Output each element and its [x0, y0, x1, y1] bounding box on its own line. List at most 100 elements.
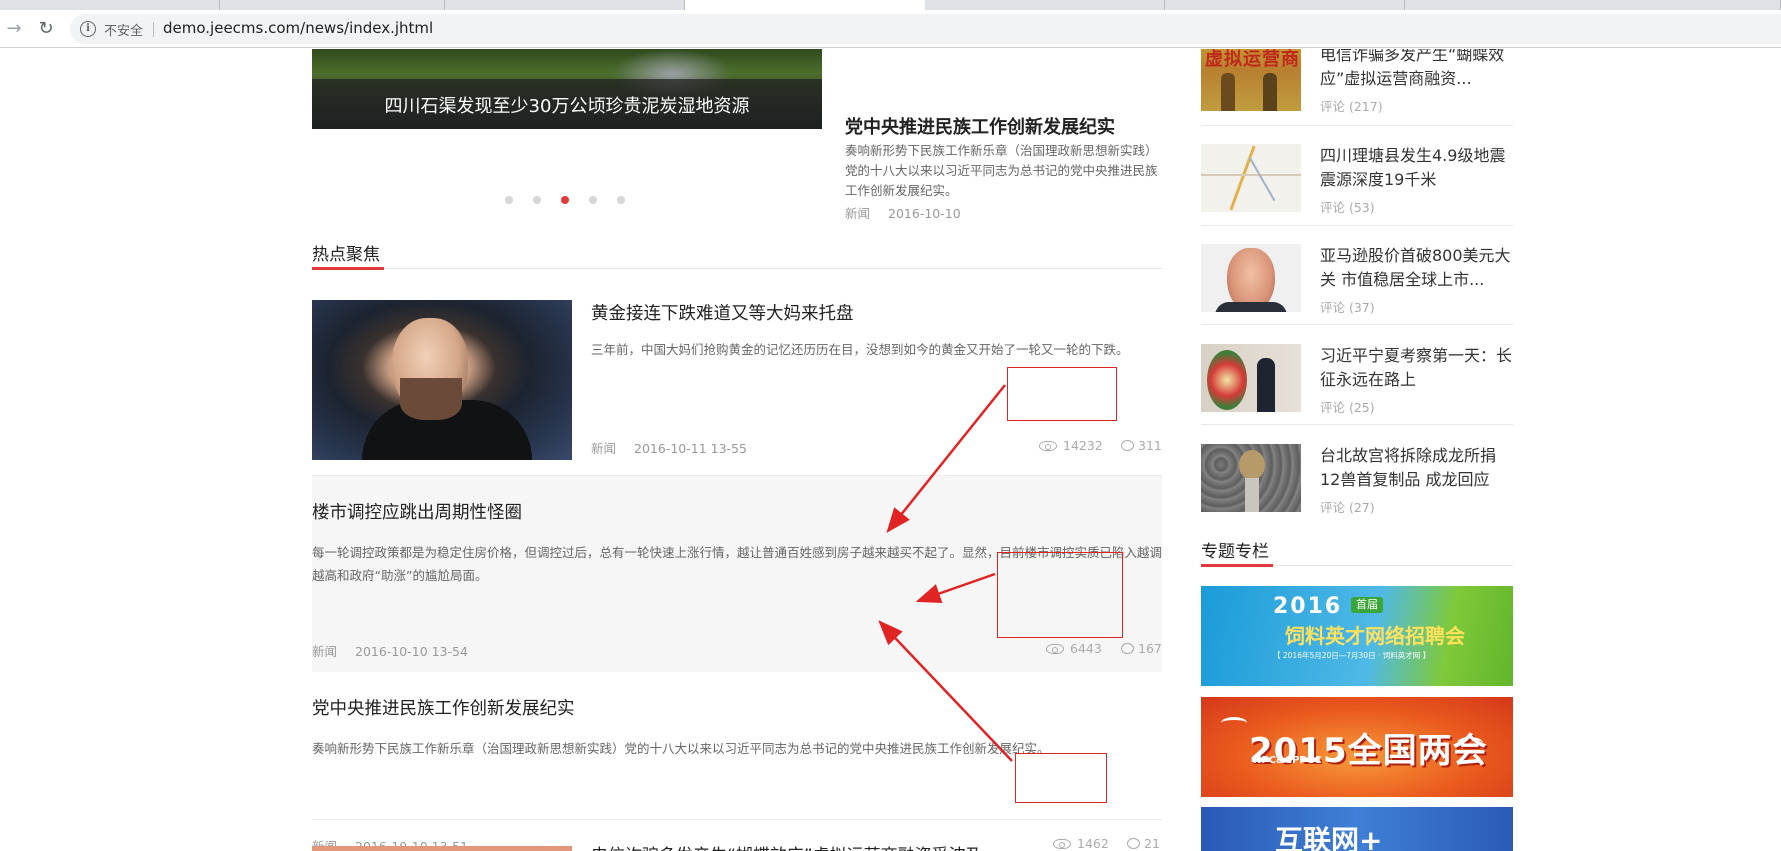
browser-tab[interactable]: [1165, 0, 1405, 10]
featured-title[interactable]: 党中央推进民族工作创新发展纪实: [845, 113, 1115, 139]
address-separator: [153, 22, 154, 37]
article-divider: [312, 819, 1162, 820]
sidebar-news-item[interactable]: 亚马逊股价首破800美元大关 市值稳居全球上市... 评论 (37): [1201, 244, 1513, 344]
views-count: 1462: [1077, 836, 1109, 851]
article-thumbnail[interactable]: [312, 846, 572, 851]
banner-tag: 首届: [1351, 597, 1383, 613]
thumb-detail: [1257, 358, 1275, 412]
comment-icon: [1127, 838, 1140, 849]
article-date: 2016-10-11 13-55: [634, 441, 747, 456]
featured-meta: 新闻 2016-10-10: [845, 203, 961, 222]
comments-count: 311: [1138, 438, 1162, 453]
section-accent: [1201, 564, 1273, 567]
thumb-detail: [1229, 145, 1256, 211]
slider-dot[interactable]: [617, 196, 625, 204]
article-comments: 167: [1121, 641, 1162, 656]
slider-dot-active[interactable]: [561, 196, 569, 204]
thumb-detail: [1207, 350, 1247, 410]
sidebar-news-title[interactable]: 亚马逊股价首破800美元大关 市值稳居全球上市...: [1320, 244, 1513, 292]
comment-icon: [1121, 440, 1134, 451]
featured-desc: 奏响新形势下民族工作新乐章（治国理政新思想新实践）党的十八大以来以习近平同志为总…: [845, 143, 1158, 198]
article-title[interactable]: 楼市调控应跳出周期性怪圈: [312, 499, 522, 524]
comments-count: 21: [1144, 836, 1160, 851]
slider-dot[interactable]: [505, 196, 513, 204]
thumb-detail: [1245, 478, 1259, 512]
sidebar-thumbnail[interactable]: [1201, 444, 1301, 512]
article-category[interactable]: 新闻: [591, 441, 616, 456]
browser-tab[interactable]: [925, 0, 1165, 10]
url-text[interactable]: demo.jeecms.com/news/index.jhtml: [163, 19, 433, 37]
sidebar-thumbnail[interactable]: [1201, 344, 1301, 412]
browser-tab-active[interactable]: [685, 0, 925, 10]
sidebar-news-item[interactable]: 虚拟运营商 电信诈骗多发产生“蝴蝶效应”虚拟运营商融资... 评论 (217): [1201, 49, 1513, 143]
section-title-hot: 热点聚焦: [312, 245, 380, 265]
sidebar-news-item[interactable]: 台北故宫将拆除成龙所捐12兽首复制品 成龙回应 评论 (27): [1201, 444, 1513, 544]
thumb-detail: [1239, 450, 1265, 480]
views-count: 14232: [1063, 438, 1103, 453]
banner-title: 互联网+: [1275, 824, 1383, 851]
address-bar[interactable]: i 不安全 demo.jeecms.com/news/index.jhtml: [70, 14, 1781, 44]
sidebar-news-title[interactable]: 台北故宫将拆除成龙所捐12兽首复制品 成龙回应: [1320, 444, 1513, 492]
thumb-detail: [1215, 302, 1287, 312]
browser-tab-strip: [0, 0, 1781, 10]
article-title[interactable]: 电信诈骗多发产生“蝴蝶效应”虚拟运营商融资受波及: [591, 841, 983, 851]
eye-icon: [1053, 839, 1071, 849]
sidebar-divider: [1201, 225, 1513, 226]
sidebar-news-title[interactable]: 四川理塘县发生4.9级地震 震源深度19千米: [1320, 144, 1513, 192]
info-icon[interactable]: i: [80, 21, 96, 37]
slider-dot[interactable]: [533, 196, 541, 204]
browser-toolbar: → ↻ i 不安全 demo.jeecms.com/news/index.jht…: [0, 10, 1781, 48]
article-meta: 新闻 2016-10-10 13-54: [312, 641, 468, 660]
article-meta: 新闻 2016-10-11 13-55: [591, 438, 747, 457]
browser-tab[interactable]: [220, 0, 445, 10]
sidebar-news-item[interactable]: 四川理塘县发生4.9级地震 震源深度19千米 评论 (53): [1201, 144, 1513, 244]
annotation-box: [997, 552, 1123, 638]
sidebar-news-title[interactable]: 电信诈骗多发产生“蝴蝶效应”虚拟运营商融资...: [1320, 49, 1513, 91]
article-views: 1462: [1053, 836, 1109, 851]
slider-caption[interactable]: 四川石渠发现至少30万公顷珍贵泥炭湿地资源: [312, 92, 822, 118]
browser-tab[interactable]: [1405, 0, 1781, 10]
comments-count: 167: [1138, 641, 1162, 656]
browser-tab[interactable]: [0, 0, 220, 10]
sidebar-thumbnail[interactable]: [1201, 244, 1301, 312]
section-divider: [312, 268, 1162, 269]
article-date: 2016-10-10 13-54: [355, 644, 468, 659]
article-title[interactable]: 黄金接连下跌难道又等大妈来托盘: [591, 300, 854, 325]
slider-dot[interactable]: [589, 196, 597, 204]
sidebar-news-comments: 评论 (27): [1320, 500, 1375, 515]
topic-banner[interactable]: 互联网+: [1201, 807, 1513, 851]
banner-subtitle: NPC&CPPCC: [1253, 755, 1322, 766]
article-thumbnail[interactable]: [312, 300, 572, 460]
topic-banner[interactable]: 2015全国两会 NPC&CPPCC: [1201, 697, 1513, 797]
eye-icon: [1046, 644, 1064, 654]
thumb-detail: [1201, 174, 1301, 176]
article-comments: 21: [1127, 836, 1160, 851]
sidebar-news-comments: 评论 (217): [1320, 99, 1383, 114]
article-desc: 三年前，中国大妈们抢购黄金的记忆还历历在目，没想到如今的黄金又开始了一轮又一轮的…: [591, 342, 1129, 357]
section-accent: [312, 267, 384, 270]
sidebar-news-title[interactable]: 习近平宁夏考察第一天：长征永远在路上: [1320, 344, 1513, 392]
article-category[interactable]: 新闻: [312, 644, 337, 659]
thumb-text: 虚拟运营商: [1205, 49, 1300, 70]
featured-date: 2016-10-10: [888, 206, 961, 221]
annotation-box: [1015, 753, 1107, 803]
sidebar-thumbnail[interactable]: 虚拟运营商: [1201, 49, 1301, 111]
page-content: 四川石渠发现至少30万公顷珍贵泥炭湿地资源 党中央推进民族工作创新发展纪实 奏响…: [0, 49, 1781, 851]
sidebar-divider: [1201, 125, 1513, 126]
topic-banner[interactable]: 2016 首届 饲料英才网络招聘会 【 2016年5月20日—7月30日 · 饲…: [1201, 586, 1513, 686]
sidebar-news-comments: 评论 (37): [1320, 300, 1375, 315]
section-title-topics: 专题专栏: [1201, 542, 1269, 562]
dove-icon: [1221, 717, 1247, 729]
article-title[interactable]: 党中央推进民族工作创新发展纪实: [312, 695, 575, 720]
sidebar-divider: [1201, 324, 1513, 325]
sidebar-thumbnail[interactable]: [1201, 144, 1301, 212]
forward-icon[interactable]: →: [2, 17, 26, 41]
slider-image[interactable]: 四川石渠发现至少30万公顷珍贵泥炭湿地资源: [312, 49, 822, 129]
sidebar-news-item[interactable]: 习近平宁夏考察第一天：长征永远在路上 评论 (25): [1201, 344, 1513, 444]
sidebar-news-comments: 评论 (25): [1320, 400, 1375, 415]
reload-icon[interactable]: ↻: [34, 17, 58, 41]
featured-category[interactable]: 新闻: [845, 206, 870, 221]
annotation-box: [1007, 367, 1117, 421]
browser-tab[interactable]: [445, 0, 685, 10]
comment-icon: [1121, 643, 1134, 654]
